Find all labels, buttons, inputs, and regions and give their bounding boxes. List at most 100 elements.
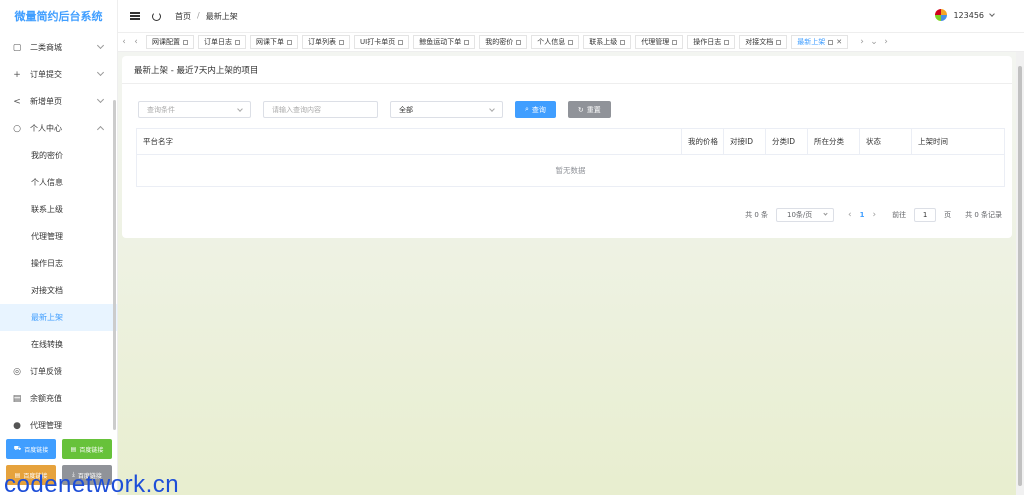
tab-window-icon	[398, 39, 404, 45]
sidebar-scrollbar[interactable]	[113, 100, 116, 430]
username: 123456	[953, 10, 984, 20]
sidebar-item-order-feedback[interactable]: ◎ 订单反馈	[0, 358, 117, 385]
tab-window-icon	[287, 39, 292, 45]
tab-label: 订单日志	[204, 38, 232, 46]
wallet-icon: ▤	[12, 393, 22, 404]
avatar	[935, 9, 948, 21]
goto-page-value: 1	[922, 211, 928, 219]
chevron-down-icon	[237, 106, 243, 112]
breadcrumb: 首页 / 最新上架	[175, 11, 238, 22]
scrollbar-thumb[interactable]	[1018, 66, 1022, 486]
user-menu[interactable]: 123456	[935, 9, 995, 21]
tab-window-icon	[516, 39, 522, 45]
keyword-input[interactable]: 请输入查询内容	[263, 101, 378, 118]
menu-toggle-icon[interactable]	[130, 12, 140, 20]
sidebar-sub-latest[interactable]: 最新上架	[0, 304, 117, 331]
sidebar-item-label: 余额充值	[30, 394, 62, 403]
search-label: 查询	[531, 105, 546, 114]
sidebar-sub-contact-superior[interactable]: 联系上级	[0, 196, 117, 223]
tab-window-icon	[776, 39, 782, 45]
tab-window-icon	[620, 39, 626, 45]
tab-window-icon	[235, 39, 240, 45]
tab-operation-log[interactable]: 操作日志	[687, 35, 736, 49]
column-api-id: 对接ID	[724, 129, 766, 154]
pager-records: 共 0 条记录	[965, 211, 1002, 219]
condition-select[interactable]: 查询条件	[138, 101, 251, 118]
baidu-link-button-2[interactable]: ▤ 百度链接	[62, 439, 112, 459]
page-size-select[interactable]: 10条/页	[776, 208, 834, 222]
tab-profile[interactable]: 个人信息	[531, 35, 580, 49]
tab-latest[interactable]: 最新上架 ✕	[791, 35, 849, 49]
prev-page-icon[interactable]: ‹	[848, 210, 852, 220]
tab-contact-superior[interactable]: 联系上级	[583, 35, 632, 49]
reset-label: 重置	[586, 105, 601, 114]
tabs-scroll-right-icon[interactable]: ›	[880, 37, 892, 47]
tab-window-icon	[183, 39, 188, 45]
condition-placeholder: 查询条件	[147, 105, 175, 114]
sidebar-sub-online-convert[interactable]: 在线转换	[0, 331, 117, 358]
watermark: codenetwork.cn	[4, 471, 180, 495]
sidebar-item-label: 订单提交	[30, 70, 62, 79]
chevron-up-icon	[96, 125, 105, 134]
sidebar-item-recharge[interactable]: ▤ 余额充值	[0, 385, 117, 412]
breadcrumb-separator: /	[197, 10, 200, 20]
category-select[interactable]: 全部	[390, 101, 503, 118]
sidebar-item-mall[interactable]: ▢ 二类商城	[0, 34, 117, 61]
button-label: 百度链接	[79, 446, 104, 454]
column-listed-time: 上架时间	[918, 137, 948, 146]
top-header: 首页 / 最新上架 123456	[118, 0, 1024, 32]
tab-order-list[interactable]: 订单列表	[302, 35, 350, 49]
baidu-link-button-1[interactable]: ⛟ 百度链接	[6, 439, 56, 459]
tab-my-price[interactable]: 我的密价	[479, 35, 528, 49]
next-page-icon[interactable]: ›	[872, 210, 876, 220]
app-title: 微量简约后台系统	[14, 10, 103, 23]
sidebar-sub-operation-log[interactable]: 操作日志	[0, 250, 117, 277]
search-button[interactable]: ⌕ 查询	[515, 101, 556, 118]
tab-api-docs[interactable]: 对接文档	[739, 35, 788, 49]
filter-bar: 查询条件 请输入查询内容 全部 ⌕ 查询 ↻ 重置	[138, 101, 611, 118]
reset-button[interactable]: ↻ 重置	[567, 101, 611, 118]
current-page[interactable]: 1	[860, 211, 865, 219]
page-scrollbar[interactable]	[1016, 52, 1024, 495]
tab-whale-sport[interactable]: 鲸鱼运动下单	[413, 35, 476, 49]
tab-label: 最新上架	[797, 38, 826, 46]
refresh-icon[interactable]	[152, 11, 161, 21]
column-category: 所在分类	[808, 129, 860, 154]
page-unit: 页	[944, 211, 952, 219]
sidebar-item-label: 订单反馈	[30, 367, 62, 376]
sidebar-item-order-submit[interactable]: + 订单提交	[0, 61, 117, 88]
sidebar: 微量简约后台系统 ▢ 二类商城 + 订单提交 < 新增单页 ○ 个人中心 我的密…	[0, 0, 118, 495]
sidebar-sub-api-docs[interactable]: 对接文档	[0, 277, 117, 304]
sidebar-item-new-page[interactable]: < 新增单页	[0, 88, 117, 115]
tab-label: 订单列表	[308, 38, 336, 46]
tab-window-icon	[828, 39, 834, 45]
tabs-prev-icon[interactable]: ‹	[130, 37, 142, 47]
tab-ui-checkin[interactable]: UI打卡单页	[354, 35, 410, 49]
chevron-down-icon	[823, 211, 828, 216]
main-content: 最新上架 - 最近7天内上架的项目 查询条件 请输入查询内容 全部 ⌕ 查询 ↻…	[118, 52, 1016, 495]
sidebar-item-label: 新增单页	[30, 97, 62, 106]
tab-agent-manage[interactable]: 代理管理	[635, 35, 684, 49]
tabs-scroll-left-icon[interactable]: ‹	[118, 37, 130, 47]
tab-course-config[interactable]: 网课配置	[146, 35, 194, 49]
plus-icon: +	[13, 69, 21, 80]
goto-label: 前往	[892, 211, 907, 219]
tab-window-icon	[339, 39, 344, 45]
tab-order-log[interactable]: 订单日志	[198, 35, 246, 49]
chevron-down-icon	[96, 95, 105, 104]
breadcrumb-current: 最新上架	[205, 11, 238, 21]
page-size-value: 10条/页	[787, 211, 813, 219]
pagination: 共 0 条 10条/页 ‹ 1 › 前往 1 页 共 0 条记录	[745, 208, 1002, 222]
tab-window-icon	[568, 39, 574, 45]
tabs-next-icon[interactable]: ›	[856, 37, 868, 47]
tabs-dropdown-icon[interactable]: ⌄	[868, 37, 880, 47]
sidebar-sub-profile[interactable]: 个人信息	[0, 169, 117, 196]
breadcrumb-home[interactable]: 首页	[175, 11, 191, 22]
sidebar-sub-my-price[interactable]: 我的密价	[0, 142, 117, 169]
tab-course-order[interactable]: 网课下单	[250, 35, 298, 49]
sidebar-sub-agent-manage[interactable]: 代理管理	[0, 223, 117, 250]
sidebar-item-personal-center[interactable]: ○ 个人中心	[0, 115, 117, 142]
sidebar-item-agent-manage[interactable]: ● 代理管理	[0, 412, 117, 439]
goto-page-input[interactable]: 1	[914, 208, 937, 222]
close-icon[interactable]: ✕	[836, 38, 842, 46]
